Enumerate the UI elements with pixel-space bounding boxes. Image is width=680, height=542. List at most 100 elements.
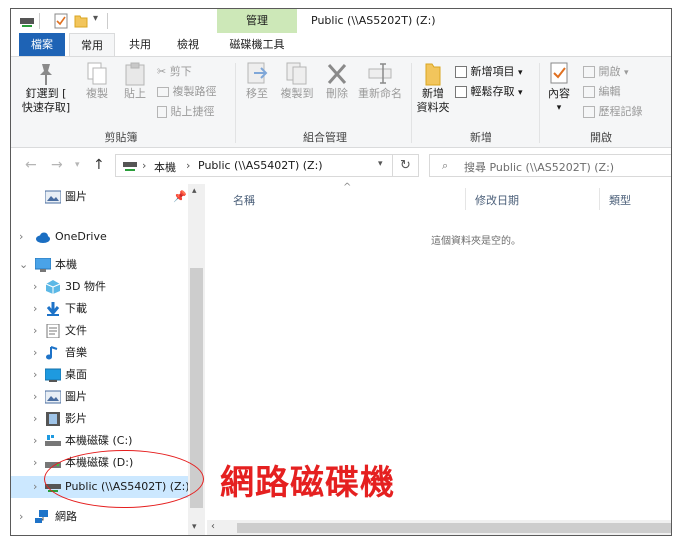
chevron-right-icon[interactable]: › — [33, 342, 37, 364]
tab-share[interactable]: 共用 — [117, 33, 163, 57]
forward-arrow-icon[interactable]: → — [51, 157, 63, 173]
nav-item-onedrive[interactable]: › OneDrive — [11, 226, 189, 248]
recent-locations-dropdown-icon[interactable]: ▾ — [75, 160, 80, 170]
paste-label: 貼上 — [124, 87, 146, 100]
nav-item-downloads[interactable]: › 下載 — [11, 298, 189, 320]
tab-file[interactable]: 檔案 — [19, 33, 65, 57]
edit-button[interactable]: 編輯 — [583, 83, 621, 101]
copy-label: 複製 — [86, 87, 108, 100]
refresh-icon: ↻ — [400, 158, 411, 173]
tab-drive-tools[interactable]: 磁碟機工具 — [217, 33, 297, 57]
nav-item-label: 圖片 — [65, 390, 87, 403]
column-header-name[interactable]: 名稱 — [233, 192, 255, 208]
search-box[interactable]: ⌕ 搜尋 Public (\\AS5202T) (Z:) — [429, 154, 671, 177]
nav-item-label: 3D 物件 — [65, 280, 106, 293]
paste-shortcut-button[interactable]: 貼上捷徑 — [157, 103, 215, 121]
nav-item-local-disk-c[interactable]: › 本機磁碟 (C:) — [11, 430, 189, 452]
refresh-button[interactable]: ↻ — [393, 154, 419, 177]
nav-item-label: 影片 — [65, 412, 87, 425]
pin-icon — [40, 64, 52, 85]
qat-dropdown-icon[interactable]: ▾ — [93, 13, 98, 29]
chevron-right-icon[interactable]: › — [33, 276, 37, 298]
nav-item-pictures-pinned[interactable]: 圖片 📌 — [11, 186, 189, 208]
chevron-right-icon[interactable]: › — [33, 476, 37, 498]
3d-objects-icon — [45, 280, 61, 294]
nav-item-desktop[interactable]: › 桌面 — [11, 364, 189, 386]
clipboard-group-label: 剪貼簿 — [104, 131, 138, 144]
horizontal-scrollbar-thumb[interactable] — [237, 523, 671, 533]
history-label: 歷程記錄 — [598, 105, 643, 118]
rename-button[interactable]: 重新命名 — [355, 61, 405, 101]
pin-quick-access-button[interactable]: 釘選到 [ 快速存取] — [19, 61, 73, 115]
nav-item-videos[interactable]: › 影片 — [11, 408, 189, 430]
chevron-right-icon[interactable]: › — [33, 320, 37, 342]
copy-to-button[interactable]: 複製到 — [277, 61, 317, 101]
nav-item-label: 本機磁碟 (C:) — [65, 434, 133, 447]
breadcrumb-this-pc[interactable]: 本機 — [154, 159, 176, 175]
column-divider[interactable] — [465, 188, 466, 210]
copy-to-icon — [286, 62, 307, 85]
tab-home[interactable]: 常用 — [69, 33, 115, 57]
nav-item-this-pc[interactable]: ⌄ 本機 — [11, 254, 189, 276]
cut-button[interactable]: ✂ 剪下 — [157, 63, 192, 81]
open-dropdown-icon: ▾ — [624, 68, 629, 78]
search-icon: ⌕ — [442, 159, 449, 172]
qat-separator — [39, 13, 40, 29]
scissors-icon: ✂ — [157, 65, 167, 78]
column-header-type[interactable]: 類型 — [609, 192, 631, 208]
scroll-up-arrow-icon[interactable]: ▴ — [192, 186, 197, 196]
cut-label: 剪下 — [169, 65, 192, 78]
properties-qat-icon[interactable] — [53, 13, 69, 29]
address-row: ← → ▾ ↑ › 本機 › Public (\\AS5402T) (Z:) ▾… — [11, 149, 671, 183]
chevron-right-icon[interactable]: › — [33, 452, 37, 474]
up-arrow-icon[interactable]: ↑ — [93, 157, 105, 173]
back-arrow-icon[interactable]: ← — [25, 157, 37, 173]
scroll-down-arrow-icon[interactable]: ▾ — [192, 522, 197, 532]
move-to-icon — [247, 62, 268, 84]
pin-label: 釘選到 [ 快速存取] — [21, 87, 71, 114]
new-folder-qat-icon[interactable] — [73, 13, 89, 29]
nav-item-documents[interactable]: › 文件 — [11, 320, 189, 342]
title-bar: ▾ 管理 Public (\\AS5202T) (Z:) — [11, 9, 671, 33]
move-to-button[interactable]: 移至 — [239, 61, 275, 101]
open-button[interactable]: 開啟 ▾ — [583, 63, 629, 81]
address-bar[interactable]: › 本機 › Public (\\AS5402T) (Z:) ▾ — [115, 154, 393, 177]
paste-button[interactable]: 貼上 — [117, 61, 153, 101]
copy-button[interactable]: 複製 — [79, 61, 115, 101]
breadcrumb-public-drive[interactable]: Public (\\AS5402T) (Z:) — [198, 159, 323, 172]
chevron-right-icon[interactable]: › — [33, 430, 37, 452]
chevron-right-icon[interactable]: › — [33, 298, 37, 320]
qat-separator — [107, 13, 108, 29]
breadcrumb-separator-icon: › — [186, 159, 191, 172]
column-header-date-modified[interactable]: 修改日期 — [475, 192, 519, 208]
easy-access-button[interactable]: 輕鬆存取 ▾ — [455, 83, 523, 101]
new-item-label: 新增項目 — [470, 65, 515, 78]
delete-button[interactable]: 刪除 — [319, 61, 355, 101]
properties-label: 內容 — [548, 87, 570, 100]
chevron-right-icon[interactable]: › — [19, 226, 23, 248]
open-group-label: 開啟 — [590, 131, 612, 144]
edit-label: 編輯 — [598, 85, 621, 98]
scroll-left-arrow-icon[interactable]: ‹ — [211, 521, 215, 532]
nav-item-3d-objects[interactable]: › 3D 物件 — [11, 276, 189, 298]
new-folder-button[interactable]: 新增 資料夾 — [413, 61, 453, 115]
chevron-down-icon[interactable]: ⌄ — [19, 254, 28, 276]
organize-group-label: 組合管理 — [303, 131, 347, 144]
properties-button[interactable]: 內容 ▾ — [541, 61, 577, 115]
chevron-right-icon[interactable]: › — [33, 364, 37, 386]
horizontal-scrollbar[interactable]: ‹ — [207, 520, 671, 535]
copy-path-button[interactable]: 複製路徑 — [157, 83, 217, 101]
chevron-right-icon[interactable]: › — [33, 408, 37, 430]
history-button[interactable]: 歷程記錄 — [583, 103, 643, 121]
column-divider[interactable] — [599, 188, 600, 210]
nav-item-music[interactable]: › 音樂 — [11, 342, 189, 364]
nav-item-pictures[interactable]: › 圖片 — [11, 386, 189, 408]
chevron-right-icon[interactable]: › — [19, 506, 23, 528]
new-item-button[interactable]: 新增項目 ▾ — [455, 63, 523, 81]
nav-item-label: 本機 — [55, 258, 77, 271]
tab-view[interactable]: 檢視 — [165, 33, 211, 57]
nav-item-network[interactable]: › 網路 — [11, 506, 189, 528]
address-dropdown-icon[interactable]: ▾ — [378, 159, 383, 169]
delete-icon — [327, 64, 347, 84]
chevron-right-icon[interactable]: › — [33, 386, 37, 408]
